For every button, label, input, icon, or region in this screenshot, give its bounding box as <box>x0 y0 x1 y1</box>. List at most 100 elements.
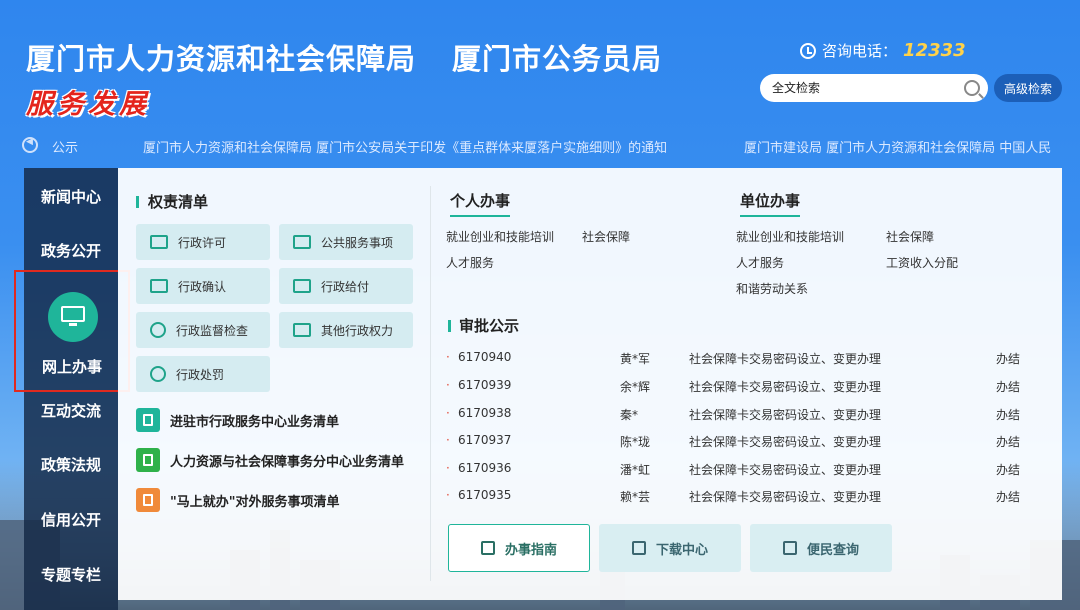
tile-penalty[interactable]: 行政处罚 <box>136 356 270 392</box>
button-label: 办事指南 <box>504 542 557 558</box>
monitor-icon <box>61 306 85 326</box>
unit-link[interactable]: 人才服务 <box>736 254 784 271</box>
approval-row[interactable]: · 6170939 余*辉 社会保障卡交易密码设立、变更办理 办结 <box>446 378 1026 398</box>
applicant: 余*辉 <box>620 380 651 394</box>
main-panel: 权责清单 行政许可 公共服务事项 行政确认 行政给付 行政监督检查 其他行政权力… <box>118 168 1062 600</box>
phone-clock-icon <box>800 42 816 59</box>
slogan: 服务发展 <box>26 89 150 120</box>
service-guide-button[interactable]: 办事指南 <box>448 524 590 572</box>
tile-label: 行政给付 <box>321 279 370 294</box>
advanced-search-button[interactable]: 高级检索 <box>994 74 1062 102</box>
tile-admin-confirm[interactable]: 行政确认 <box>136 268 270 304</box>
case-status: 办结 <box>996 490 1021 504</box>
section-marker <box>136 196 139 208</box>
tile-admin-payment[interactable]: 行政给付 <box>279 268 413 304</box>
nav-item-news[interactable]: 新闻中心 <box>24 186 118 207</box>
document-icon <box>136 448 160 472</box>
case-item: 社会保障卡交易密码设立、变更办理 <box>689 408 882 422</box>
case-item: 社会保障卡交易密码设立、变更办理 <box>689 435 882 449</box>
search-input[interactable] <box>770 80 964 96</box>
unit-link[interactable]: 和谐劳动关系 <box>736 280 808 297</box>
case-item: 社会保障卡交易密码设立、变更办理 <box>689 380 882 394</box>
powers-title: 权责清单 <box>148 193 209 211</box>
nav-item-credit[interactable]: 信用公开 <box>24 509 118 530</box>
nav-item-online-services[interactable]: 网上办事 <box>14 270 130 392</box>
link-immediate-service-list[interactable]: "马上就办"对外服务事项清单 <box>136 488 340 512</box>
tile-other-powers[interactable]: 其他行政权力 <box>279 312 413 348</box>
nav-item-gov-affairs[interactable]: 政务公开 <box>24 240 118 261</box>
case-status: 办结 <box>996 380 1021 394</box>
applicant: 赖*芸 <box>620 490 651 504</box>
case-item: 社会保障卡交易密码设立、变更办理 <box>689 352 882 366</box>
personal-affairs-title[interactable]: 个人办事 <box>450 190 511 217</box>
approval-row[interactable]: · 6170940 黄*军 社会保障卡交易密码设立、变更办理 办结 <box>446 350 1026 370</box>
tile-label: 行政确认 <box>178 279 227 294</box>
case-id: 6170939 <box>458 378 512 392</box>
speaker-icon <box>22 137 38 153</box>
case-id: 6170940 <box>458 350 512 364</box>
button-label: 便民查询 <box>806 542 859 558</box>
nav-item-regulations[interactable]: 政策法规 <box>24 454 118 475</box>
unit-link[interactable]: 社会保障 <box>886 228 934 245</box>
approval-row[interactable]: · 6170937 陈*珑 社会保障卡交易密码设立、变更办理 办结 <box>446 433 1026 453</box>
tile-label: 公共服务事项 <box>321 235 394 250</box>
tile-label: 其他行政权力 <box>321 323 394 338</box>
tile-public-service[interactable]: 公共服务事项 <box>279 224 413 260</box>
unit-link[interactable]: 就业创业和技能培训 <box>736 228 844 245</box>
approval-row[interactable]: · 6170935 赖*芸 社会保障卡交易密码设立、变更办理 办结 <box>446 488 1026 508</box>
book-icon <box>480 541 495 555</box>
approval-row[interactable]: · 6170938 秦* 社会保障卡交易密码设立、变更办理 办结 <box>446 406 1026 426</box>
hotline: 咨询电话： 12333 <box>800 40 966 61</box>
download-icon <box>631 541 646 555</box>
unit-link[interactable]: 工资收入分配 <box>886 254 958 271</box>
nav-item-label: 网上办事 <box>41 358 102 376</box>
personal-link[interactable]: 就业创业和技能培训 <box>446 228 554 245</box>
hotline-label: 咨询电话： <box>822 42 898 60</box>
case-status: 办结 <box>996 352 1021 366</box>
section-marker <box>448 320 451 332</box>
case-id: 6170936 <box>458 461 512 475</box>
side-navigation: 新闻中心 政务公开 网上办事 互动交流 政策法规 信用公开 专题专栏 <box>14 168 130 610</box>
approval-row[interactable]: · 6170936 潘*虹 社会保障卡交易密码设立、变更办理 办结 <box>446 461 1026 481</box>
unit-affairs-title[interactable]: 单位办事 <box>740 190 801 217</box>
clipboard-icon <box>136 488 160 512</box>
tile-label: 行政处罚 <box>176 367 225 382</box>
link-hr-branch-list[interactable]: 人力资源与社会保障事务分中心业务清单 <box>136 448 404 472</box>
stamp-icon <box>150 366 166 382</box>
building-icon <box>136 408 160 432</box>
link-label: 进驻市行政服务中心业务清单 <box>170 414 340 430</box>
magnifier-icon <box>150 322 166 338</box>
case-status: 办结 <box>996 408 1021 422</box>
tile-admin-license[interactable]: 行政许可 <box>136 224 270 260</box>
approval-title: 审批公示 <box>459 317 520 335</box>
search-icon[interactable] <box>964 80 980 96</box>
notice-item[interactable]: 厦门市人力资源和社会保障局 厦门市公安局关于印发《重点群体来厦落户实施细则》的通… <box>143 137 667 156</box>
personal-link[interactable]: 人才服务 <box>446 254 494 271</box>
stack-icon <box>293 235 311 249</box>
case-id: 6170937 <box>458 433 512 447</box>
site-title: 厦门市人力资源和社会保障局 厦门市公务员局 <box>26 36 662 78</box>
nav-active-circle <box>48 292 98 342</box>
personal-link[interactable]: 社会保障 <box>582 228 630 245</box>
applicant: 秦* <box>620 408 639 422</box>
download-center-button[interactable]: 下载中心 <box>599 524 741 572</box>
nav-item-special[interactable]: 专题专栏 <box>24 564 118 585</box>
column-divider <box>430 186 431 581</box>
tile-supervision[interactable]: 行政监督检查 <box>136 312 270 348</box>
case-id: 6170935 <box>458 488 512 502</box>
site-title-bureau: 厦门市人力资源和社会保障局 <box>26 42 417 76</box>
site-title-civil-service: 厦门市公务员局 <box>452 42 663 76</box>
case-id: 6170938 <box>458 406 512 420</box>
button-label: 下载中心 <box>655 542 708 558</box>
public-query-button[interactable]: 便民查询 <box>750 524 892 572</box>
notice-item[interactable]: 厦门市建设局 厦门市人力资源和社会保障局 中国人民 <box>744 137 1051 156</box>
tile-label: 行政许可 <box>178 235 227 250</box>
nav-item-interaction[interactable]: 互动交流 <box>24 400 118 421</box>
link-label: "马上就办"对外服务事项清单 <box>170 494 340 510</box>
case-status: 办结 <box>996 463 1021 477</box>
document-search-icon <box>782 541 797 555</box>
screen-icon <box>150 279 168 293</box>
monitor-check-icon <box>150 235 168 249</box>
link-service-center-list[interactable]: 进驻市行政服务中心业务清单 <box>136 408 339 432</box>
hotline-number: 12333 <box>903 40 966 61</box>
